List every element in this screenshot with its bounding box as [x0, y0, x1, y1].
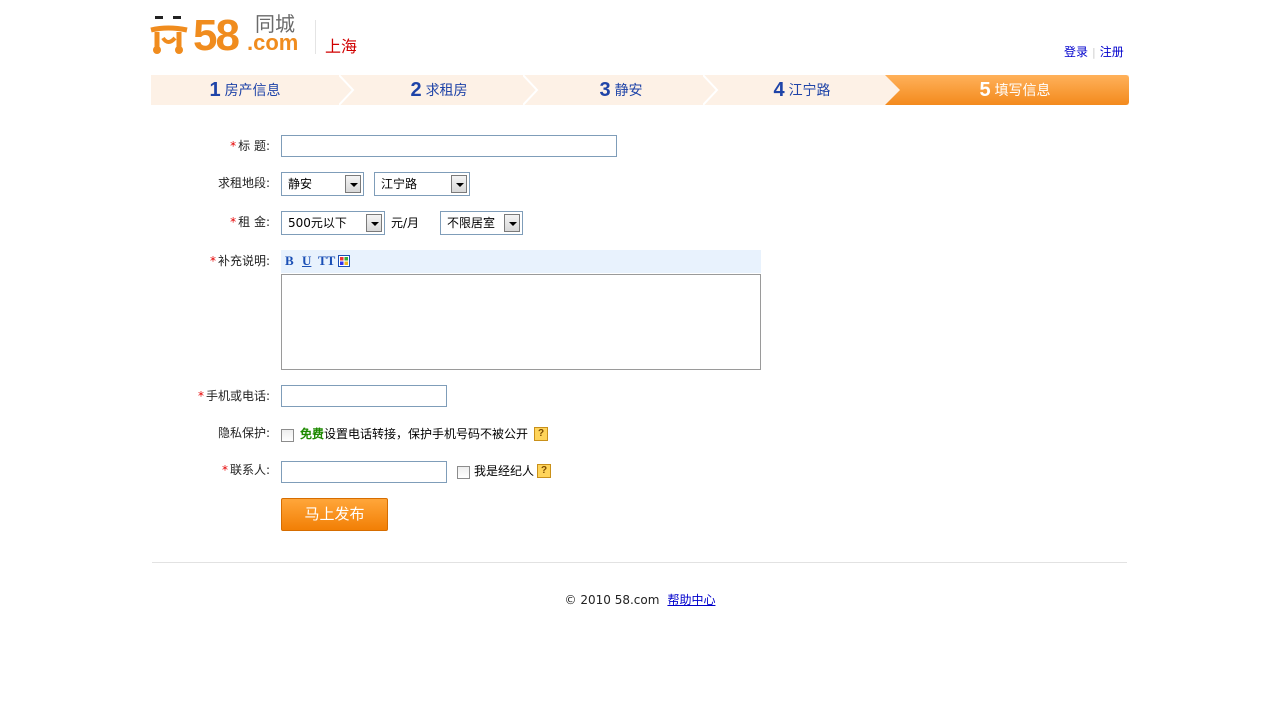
rent-value: 500元以下: [288, 216, 347, 230]
dropdown-arrow-icon: [451, 175, 467, 193]
privacy-description: 设置电话转接，保护手机号码不被公开: [324, 427, 529, 441]
title-label: * 标 题:: [150, 138, 270, 154]
rooms-value: 不限居室: [447, 216, 496, 230]
privacy-checkbox[interactable]: [281, 429, 294, 442]
area-label: 求租地段:: [217, 176, 270, 190]
step-number: 4: [773, 78, 785, 101]
help-icon[interactable]: ?: [534, 427, 548, 441]
step-number: 1: [209, 78, 221, 101]
account-links: 登录 | 注册: [1064, 44, 1124, 61]
register-link[interactable]: 注册: [1100, 45, 1124, 59]
editor-toolbar: B U TT: [281, 250, 761, 273]
step-5: 5 填写信息: [901, 75, 1129, 105]
step-label: 静安: [614, 83, 643, 99]
login-link[interactable]: 登录: [1064, 45, 1088, 59]
step-label: 江宁路: [788, 83, 831, 99]
step-number: 3: [599, 78, 611, 101]
city-name[interactable]: 上海: [325, 38, 357, 56]
step-number: 2: [410, 78, 422, 101]
help-center-link[interactable]: 帮助中心: [667, 593, 715, 607]
district-select[interactable]: 静安: [281, 172, 364, 196]
required-mark: *: [221, 463, 228, 477]
agent-label: 我是经纪人: [474, 464, 535, 478]
publish-button[interactable]: 马上发布: [281, 498, 388, 531]
step-2[interactable]: 2 求租房: [355, 75, 523, 105]
rent-label: * 租 金:: [150, 214, 270, 230]
dropdown-arrow-icon: [345, 175, 361, 193]
step-arrow-icon: [885, 75, 900, 105]
rent-label-text: 租 金:: [238, 215, 270, 229]
step-arrow-icon: [523, 75, 539, 105]
street-select[interactable]: 江宁路: [374, 172, 470, 196]
logo-number: 58: [193, 11, 240, 60]
logo-mascot-icon: [150, 16, 188, 54]
description-label-text: 补充说明:: [217, 254, 270, 268]
rooms-select[interactable]: 不限居室: [440, 211, 523, 235]
contact-label-text: 联系人:: [229, 463, 270, 477]
required-mark: *: [197, 389, 204, 403]
step-label: 填写信息: [994, 83, 1051, 99]
footer-divider: [152, 562, 1127, 563]
site-logo[interactable]: 58 .com 同城: [149, 12, 309, 58]
privacy-label: 隐私保护:: [217, 426, 270, 440]
required-mark: *: [230, 139, 237, 153]
step-3[interactable]: 3 静安: [539, 75, 703, 105]
title-input[interactable]: [281, 135, 617, 157]
help-icon[interactable]: ?: [537, 464, 551, 478]
dropdown-arrow-icon: [366, 214, 382, 232]
font-size-icon[interactable]: TT: [318, 254, 335, 268]
dropdown-arrow-icon: [504, 214, 520, 232]
phone-label-text: 手机或电话:: [205, 389, 270, 403]
step-label: 房产信息: [224, 83, 281, 99]
required-mark: *: [209, 254, 216, 268]
underline-icon[interactable]: U: [302, 254, 311, 268]
description-editor[interactable]: [281, 274, 761, 370]
bold-icon[interactable]: B: [285, 254, 294, 268]
required-mark: *: [230, 215, 237, 229]
step-arrow-icon: [703, 75, 719, 105]
progress-steps: 1 房产信息 2 求租房 3 静安 4 江宁路 5 填写信息: [151, 75, 1129, 105]
footer: © 2010 58.com 帮助中心: [0, 592, 1263, 608]
phone-input[interactable]: [281, 385, 447, 407]
phone-label: * 手机或电话:: [150, 388, 270, 404]
description-label: * 补充说明:: [150, 253, 270, 269]
rent-select[interactable]: 500元以下: [281, 211, 385, 235]
street-value: 江宁路: [381, 177, 418, 191]
title-label-text: 标 题:: [238, 139, 270, 153]
contact-label: * 联系人:: [150, 462, 270, 478]
step-label: 求租房: [425, 83, 468, 99]
district-value: 静安: [288, 177, 313, 191]
contact-input[interactable]: [281, 461, 447, 483]
free-badge: 免费: [300, 427, 325, 441]
step-arrow-icon: [339, 75, 355, 105]
step-number: 5: [979, 78, 991, 101]
rent-unit: 元/月: [391, 216, 420, 230]
link-divider: |: [1092, 46, 1096, 59]
step-4[interactable]: 4 江宁路: [719, 75, 885, 105]
logo-chinese: 同城: [255, 12, 295, 36]
step-1[interactable]: 1 房产信息: [151, 75, 339, 105]
copyright-text: © 2010 58.com: [564, 593, 660, 607]
logo-divider: [315, 20, 316, 54]
privacy-text: 免费设置电话转接，保护手机号码不被公开: [300, 427, 528, 441]
color-palette-icon[interactable]: [338, 255, 350, 267]
agent-checkbox[interactable]: [457, 466, 470, 479]
